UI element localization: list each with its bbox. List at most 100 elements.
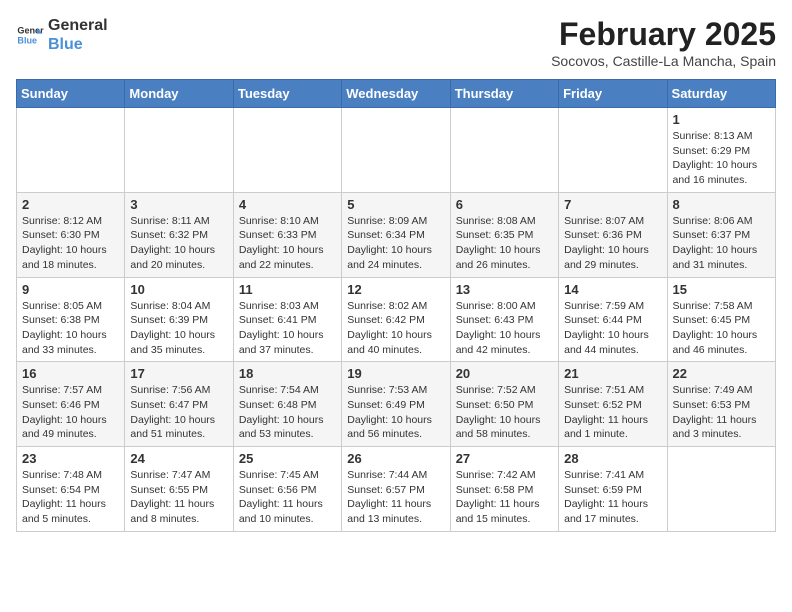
day-info: Sunrise: 7:53 AM Sunset: 6:49 PM Dayligh… [347, 383, 444, 442]
day-number: 27 [456, 451, 553, 466]
day-info: Sunrise: 7:42 AM Sunset: 6:58 PM Dayligh… [456, 468, 553, 527]
title-block: February 2025 Socovos, Castille-La Manch… [551, 16, 776, 69]
calendar-cell [559, 108, 667, 193]
day-info: Sunrise: 7:45 AM Sunset: 6:56 PM Dayligh… [239, 468, 336, 527]
calendar-cell: 10 Sunrise: 8:04 AM Sunset: 6:39 PM Dayli… [125, 277, 233, 362]
day-number: 5 [347, 197, 444, 212]
day-info: Sunrise: 8:05 AM Sunset: 6:38 PM Dayligh… [22, 299, 119, 358]
day-header-sunday: Sunday [17, 80, 125, 108]
calendar-week-4: 16 Sunrise: 7:57 AM Sunset: 6:46 PM Dayli… [17, 362, 776, 447]
day-info: Sunrise: 7:49 AM Sunset: 6:53 PM Dayligh… [673, 383, 770, 442]
day-number: 23 [22, 451, 119, 466]
day-header-monday: Monday [125, 80, 233, 108]
calendar-cell: 1Sunrise: 8:13 AM Sunset: 6:29 PM Daylig… [667, 108, 775, 193]
day-number: 6 [456, 197, 553, 212]
calendar-cell: 14 Sunrise: 7:59 AM Sunset: 6:44 PM Dayli… [559, 277, 667, 362]
day-number: 11 [239, 282, 336, 297]
calendar-cell: 11 Sunrise: 8:03 AM Sunset: 6:41 PM Dayli… [233, 277, 341, 362]
location: Socovos, Castille-La Mancha, Spain [551, 53, 776, 69]
day-header-thursday: Thursday [450, 80, 558, 108]
calendar-cell [125, 108, 233, 193]
day-number: 13 [456, 282, 553, 297]
day-number: 17 [130, 366, 227, 381]
day-info: Sunrise: 7:48 AM Sunset: 6:54 PM Dayligh… [22, 468, 119, 527]
day-number: 19 [347, 366, 444, 381]
calendar-cell: 19 Sunrise: 7:53 AM Sunset: 6:49 PM Dayli… [342, 362, 450, 447]
calendar-cell: 20 Sunrise: 7:52 AM Sunset: 6:50 PM Dayli… [450, 362, 558, 447]
day-number: 20 [456, 366, 553, 381]
day-number: 12 [347, 282, 444, 297]
svg-text:Blue: Blue [17, 36, 37, 46]
day-info: Sunrise: 7:44 AM Sunset: 6:57 PM Dayligh… [347, 468, 444, 527]
day-number: 4 [239, 197, 336, 212]
calendar-week-1: 1Sunrise: 8:13 AM Sunset: 6:29 PM Daylig… [17, 108, 776, 193]
calendar-cell: 28 Sunrise: 7:41 AM Sunset: 6:59 PM Dayli… [559, 447, 667, 532]
day-number: 26 [347, 451, 444, 466]
svg-text:General: General [17, 26, 44, 36]
calendar-cell: 6 Sunrise: 8:08 AM Sunset: 6:35 PM Daylig… [450, 192, 558, 277]
day-number: 10 [130, 282, 227, 297]
calendar-cell: 21Sunrise: 7:51 AM Sunset: 6:52 PM Dayli… [559, 362, 667, 447]
day-number: 2 [22, 197, 119, 212]
calendar-cell: 12 Sunrise: 8:02 AM Sunset: 6:42 PM Dayli… [342, 277, 450, 362]
day-info: Sunrise: 8:12 AM Sunset: 6:30 PM Dayligh… [22, 214, 119, 273]
calendar: SundayMondayTuesdayWednesdayThursdayFrid… [16, 79, 776, 532]
day-number: 16 [22, 366, 119, 381]
day-info: Sunrise: 7:47 AM Sunset: 6:55 PM Dayligh… [130, 468, 227, 527]
calendar-cell: 22 Sunrise: 7:49 AM Sunset: 6:53 PM Dayli… [667, 362, 775, 447]
logo-line1: General [48, 16, 108, 35]
day-number: 18 [239, 366, 336, 381]
calendar-cell: 17Sunrise: 7:56 AM Sunset: 6:47 PM Dayli… [125, 362, 233, 447]
day-info: Sunrise: 8:08 AM Sunset: 6:35 PM Dayligh… [456, 214, 553, 273]
calendar-cell [17, 108, 125, 193]
day-info: Sunrise: 8:10 AM Sunset: 6:33 PM Dayligh… [239, 214, 336, 273]
page-header: General Blue General Blue February 2025 … [16, 16, 776, 69]
day-number: 8 [673, 197, 770, 212]
day-number: 15 [673, 282, 770, 297]
calendar-cell [667, 447, 775, 532]
day-info: Sunrise: 7:52 AM Sunset: 6:50 PM Dayligh… [456, 383, 553, 442]
day-info: Sunrise: 7:41 AM Sunset: 6:59 PM Dayligh… [564, 468, 661, 527]
day-header-tuesday: Tuesday [233, 80, 341, 108]
day-info: Sunrise: 8:07 AM Sunset: 6:36 PM Dayligh… [564, 214, 661, 273]
day-info: Sunrise: 8:03 AM Sunset: 6:41 PM Dayligh… [239, 299, 336, 358]
calendar-cell: 16 Sunrise: 7:57 AM Sunset: 6:46 PM Dayli… [17, 362, 125, 447]
calendar-cell: 24 Sunrise: 7:47 AM Sunset: 6:55 PM Dayli… [125, 447, 233, 532]
day-info: Sunrise: 7:58 AM Sunset: 6:45 PM Dayligh… [673, 299, 770, 358]
calendar-cell: 7 Sunrise: 8:07 AM Sunset: 6:36 PM Daylig… [559, 192, 667, 277]
logo-line2: Blue [48, 35, 108, 54]
calendar-cell: 15 Sunrise: 7:58 AM Sunset: 6:45 PM Dayli… [667, 277, 775, 362]
day-number: 28 [564, 451, 661, 466]
day-info: Sunrise: 8:04 AM Sunset: 6:39 PM Dayligh… [130, 299, 227, 358]
day-header-wednesday: Wednesday [342, 80, 450, 108]
day-header-friday: Friday [559, 80, 667, 108]
day-header-saturday: Saturday [667, 80, 775, 108]
day-info: Sunrise: 7:59 AM Sunset: 6:44 PM Dayligh… [564, 299, 661, 358]
day-info: Sunrise: 8:02 AM Sunset: 6:42 PM Dayligh… [347, 299, 444, 358]
day-info: Sunrise: 8:06 AM Sunset: 6:37 PM Dayligh… [673, 214, 770, 273]
day-number: 3 [130, 197, 227, 212]
calendar-cell: 23 Sunrise: 7:48 AM Sunset: 6:54 PM Dayli… [17, 447, 125, 532]
day-number: 22 [673, 366, 770, 381]
day-number: 24 [130, 451, 227, 466]
calendar-cell: 18 Sunrise: 7:54 AM Sunset: 6:48 PM Dayli… [233, 362, 341, 447]
calendar-cell: 5Sunrise: 8:09 AM Sunset: 6:34 PM Daylig… [342, 192, 450, 277]
calendar-cell: 2 Sunrise: 8:12 AM Sunset: 6:30 PM Daylig… [17, 192, 125, 277]
day-number: 25 [239, 451, 336, 466]
calendar-week-3: 9 Sunrise: 8:05 AM Sunset: 6:38 PM Daylig… [17, 277, 776, 362]
calendar-cell [233, 108, 341, 193]
logo: General Blue General Blue [16, 16, 108, 54]
day-number: 14 [564, 282, 661, 297]
month-year: February 2025 [551, 16, 776, 53]
calendar-cell: 13 Sunrise: 8:00 AM Sunset: 6:43 PM Dayli… [450, 277, 558, 362]
day-info: Sunrise: 8:00 AM Sunset: 6:43 PM Dayligh… [456, 299, 553, 358]
calendar-cell: 26 Sunrise: 7:44 AM Sunset: 6:57 PM Dayli… [342, 447, 450, 532]
calendar-cell: 25 Sunrise: 7:45 AM Sunset: 6:56 PM Dayli… [233, 447, 341, 532]
day-number: 7 [564, 197, 661, 212]
calendar-cell [342, 108, 450, 193]
day-info: Sunrise: 7:54 AM Sunset: 6:48 PM Dayligh… [239, 383, 336, 442]
day-info: Sunrise: 7:57 AM Sunset: 6:46 PM Dayligh… [22, 383, 119, 442]
day-number: 9 [22, 282, 119, 297]
calendar-cell: 8 Sunrise: 8:06 AM Sunset: 6:37 PM Daylig… [667, 192, 775, 277]
day-number: 1 [673, 112, 770, 127]
